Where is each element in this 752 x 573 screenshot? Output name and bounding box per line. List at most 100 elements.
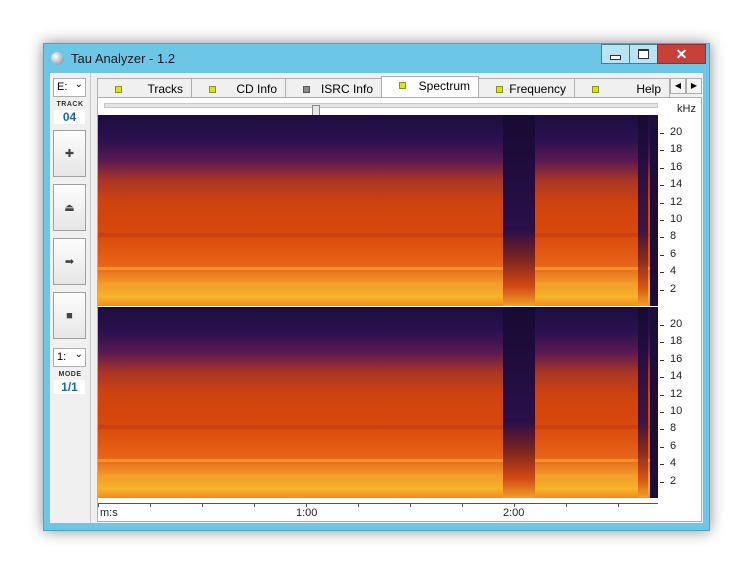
mode-select[interactable]: 1: ⌄ <box>53 348 86 367</box>
freq-tick <box>660 237 664 239</box>
position-slider[interactable] <box>104 103 658 117</box>
freq-tick <box>660 254 664 256</box>
freq-tick-label: 10 <box>670 405 683 417</box>
window-title: Tau Analyzer - 1.2 <box>71 51 176 66</box>
time-tick <box>410 503 411 507</box>
tab-isrc-info[interactable]: ISRC Info <box>285 78 382 97</box>
maximize-button[interactable] <box>629 44 658 64</box>
stop-button[interactable]: ■ <box>53 292 86 339</box>
caret-left-icon: ◀ <box>674 81 682 90</box>
arrow-right-icon: ➡ <box>64 256 75 268</box>
tab-scroll: ◀ ▶ <box>670 78 702 94</box>
mode-value: 1: <box>57 351 67 363</box>
time-tick <box>358 503 359 507</box>
left-toolbar: E: ⌄ TRACK 04 ✚ ⏏ ➡ ■ 1: ⌄ MODE 1/1 <box>50 73 91 523</box>
freq-unit-label: kHz <box>677 103 696 115</box>
plus-icon: ✚ <box>64 148 75 160</box>
chevron-down-icon: ⌄ <box>74 79 83 90</box>
freq-tick-label: 14 <box>670 178 683 191</box>
freq-tick-label: 4 <box>670 457 677 470</box>
freq-tick <box>660 272 664 274</box>
track-label: TRACK <box>56 101 84 108</box>
tab-spectrum[interactable]: Spectrum <box>381 76 479 98</box>
freq-axis-bottom: 20 18 16 14 12 10 8 6 4 2 <box>660 307 700 498</box>
close-icon: ✕ <box>675 45 688 62</box>
tab-cd-info[interactable]: CD Info <box>191 78 286 97</box>
chevron-down-icon: ⌄ <box>74 349 83 360</box>
freq-tick-label: 4 <box>670 265 677 278</box>
time-tick <box>566 503 567 507</box>
spectrogram-left-channel[interactable] <box>98 115 658 306</box>
mode-label: MODE <box>58 371 82 378</box>
freq-tick-label: 10 <box>670 213 683 225</box>
freq-tick <box>660 342 664 344</box>
freq-tick-label: 6 <box>670 439 677 452</box>
led-icon <box>115 86 122 93</box>
freq-tick <box>660 202 664 204</box>
eject-button[interactable]: ⏏ <box>53 184 86 231</box>
freq-tick-label: 6 <box>670 247 677 260</box>
eject-icon: ⏏ <box>64 202 75 214</box>
freq-tick-label: 20 <box>670 318 683 330</box>
app-window: Tau Analyzer - 1.2 ✕ E: ⌄ TRACK 04 ✚ ⏏ ➡… <box>43 43 710 531</box>
freq-tick-label: 20 <box>670 126 683 138</box>
freq-tick <box>660 359 664 361</box>
led-icon <box>303 86 310 93</box>
time-label-2: 2:00 <box>503 507 525 519</box>
spectrogram-right-channel[interactable] <box>98 307 658 498</box>
freq-tick-label: 16 <box>670 160 683 173</box>
track-number: 04 <box>54 110 85 124</box>
drive-select[interactable]: E: ⌄ <box>53 78 86 97</box>
tab-scroll-right-button[interactable]: ▶ <box>686 78 702 94</box>
freq-tick-label: 8 <box>670 230 677 243</box>
add-button[interactable]: ✚ <box>53 130 86 177</box>
minimize-icon <box>610 54 621 60</box>
tab-frequency[interactable]: Frequency <box>478 78 575 97</box>
freq-tick <box>660 446 664 448</box>
drive-value: E: <box>57 81 68 93</box>
freq-tick-label: 18 <box>670 143 683 156</box>
time-tick <box>202 503 203 507</box>
time-label-1: 1:00 <box>296 507 318 519</box>
freq-tick <box>660 185 664 187</box>
freq-tick-label: 2 <box>670 282 677 295</box>
spectrum-panel: kHz 20 18 16 14 12 10 8 6 4 2 20 18 16 1… <box>97 97 702 522</box>
freq-tick <box>660 133 664 134</box>
time-unit-label: m:s <box>100 507 118 519</box>
time-axis: m:s 1:00 2:00 <box>98 503 658 521</box>
freq-tick-label: 2 <box>670 474 677 487</box>
freq-tick <box>660 150 664 152</box>
app-icon <box>51 52 64 65</box>
freq-tick-label: 14 <box>670 370 683 383</box>
freq-axis-top: 20 18 16 14 12 10 8 6 4 2 <box>660 115 700 306</box>
tab-tracks[interactable]: Tracks <box>97 78 192 97</box>
freq-tick-label: 18 <box>670 335 683 348</box>
title-bar[interactable]: Tau Analyzer - 1.2 ✕ <box>44 44 709 72</box>
freq-tick <box>660 481 664 483</box>
freq-tick-label: 16 <box>670 352 683 365</box>
tab-label: Frequency <box>509 82 566 96</box>
time-tick <box>618 503 619 507</box>
led-icon <box>496 86 503 93</box>
freq-tick-label: 8 <box>670 422 677 435</box>
close-button[interactable]: ✕ <box>657 44 706 64</box>
maximize-icon <box>638 49 649 59</box>
client-area: E: ⌄ TRACK 04 ✚ ⏏ ➡ ■ 1: ⌄ MODE 1/1 Trac… <box>50 73 703 523</box>
time-tick <box>98 503 99 507</box>
time-tick <box>462 503 463 507</box>
play-button[interactable]: ➡ <box>53 238 86 285</box>
minimize-button[interactable] <box>601 44 630 64</box>
freq-tick <box>660 412 664 413</box>
time-tick <box>254 503 255 507</box>
time-axis-line <box>98 503 658 504</box>
freq-tick <box>660 429 664 431</box>
tab-label: Tracks <box>147 82 183 96</box>
freq-tick-label: 12 <box>670 195 683 208</box>
freq-tick <box>660 377 664 379</box>
tab-label: ISRC Info <box>320 82 373 96</box>
tab-scroll-left-button[interactable]: ◀ <box>670 78 686 94</box>
tab-help[interactable]: Help <box>574 78 670 97</box>
stop-icon: ■ <box>66 309 73 322</box>
freq-tick <box>660 289 664 291</box>
tab-label: Help <box>636 82 661 96</box>
